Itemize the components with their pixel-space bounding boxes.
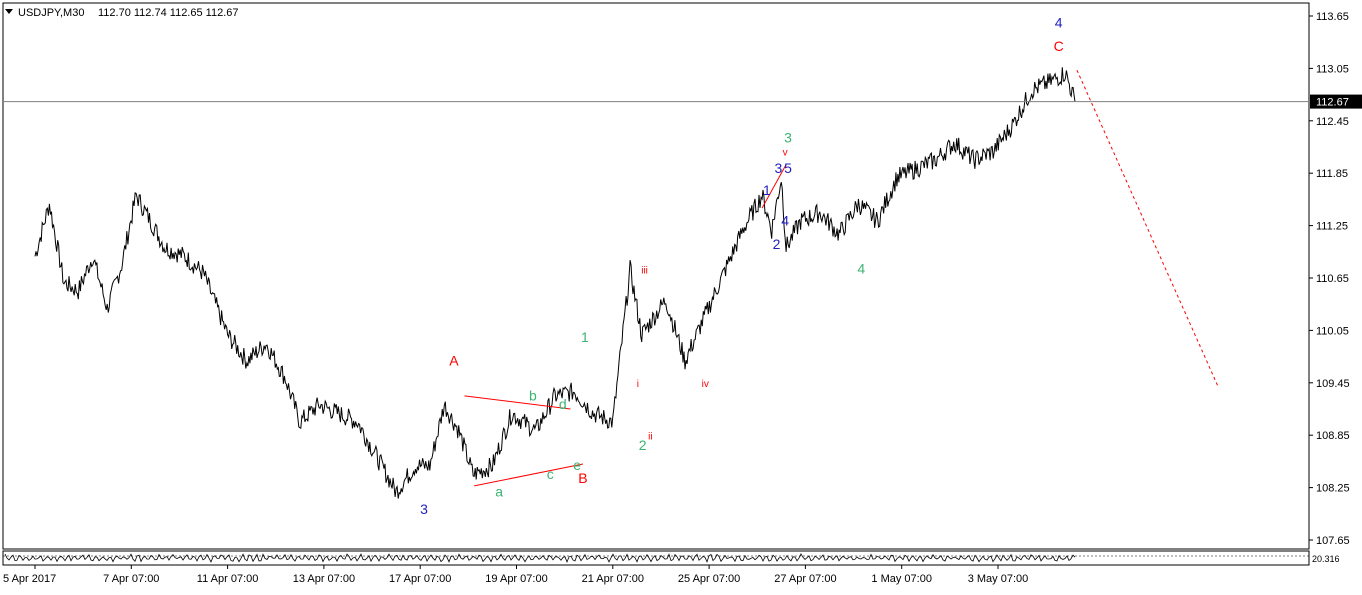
price-tick-label: 107.65	[1316, 535, 1350, 547]
chart-header: USDJPY,M30 112.70 112.74 112.65 112.67	[5, 7, 238, 19]
wave-label: i	[637, 379, 639, 390]
time-tick-label: 21 Apr 07:00	[582, 573, 644, 585]
time-tick-label: 27 Apr 07:00	[774, 573, 836, 585]
wave-label: 1	[581, 329, 589, 345]
wave-label: 3	[420, 501, 428, 517]
price-tick-label: 111.85	[1316, 168, 1348, 180]
wave-label: d	[559, 396, 567, 412]
time-tick-label: 5 Apr 2017	[3, 573, 56, 585]
wave-label: iv	[702, 379, 709, 390]
wave-label: 1	[763, 182, 771, 198]
wave-label: iii	[641, 266, 648, 277]
wave-label: a	[495, 483, 503, 499]
time-tick-label: 13 Apr 07:00	[293, 573, 355, 585]
price-tick-label: 112.45	[1316, 116, 1349, 128]
time-tick-label: 25 Apr 07:00	[678, 573, 740, 585]
wave-label: c	[547, 466, 554, 482]
price-tick-label: 109.45	[1316, 378, 1350, 390]
chart-svg: ABCabcde12343412345iiiiiiivv 113.65113.0…	[0, 0, 1362, 590]
wave-label: 4	[1055, 14, 1063, 30]
price-tick-label: 113.65	[1316, 11, 1349, 23]
wave-label: C	[1054, 38, 1064, 54]
ohlc-values: 112.70 112.74 112.65 112.67	[98, 7, 238, 19]
current-price-label: 112.67	[1316, 97, 1349, 109]
wave-label: 3	[775, 160, 783, 176]
time-tick-label: 1 May 07:00	[871, 573, 932, 585]
chart-window: A B Ca b c d e 1 2 3 4 3 4 1 2 3 4 5 i ii iii iv v 113.65 113.0…	[0, 0, 1362, 590]
symbol-timeframe-label: USDJPY,M30	[18, 7, 84, 19]
price-tick-label: 110.65	[1316, 273, 1349, 285]
wave-label: A	[449, 352, 459, 368]
indicator-level-label: 20.316	[1312, 554, 1340, 564]
wave-label: v	[783, 148, 788, 159]
price-tick-label: 110.05	[1316, 325, 1349, 337]
time-tick-label: 7 Apr 07:00	[103, 573, 159, 585]
wave-label: 4	[857, 261, 865, 277]
price-tick-label: 108.85	[1316, 430, 1350, 442]
wave-label: 2	[639, 437, 647, 453]
time-tick-label: 19 Apr 07:00	[485, 573, 547, 585]
wave-label: 5	[784, 160, 792, 176]
price-tick-label: 113.05	[1316, 63, 1349, 75]
time-tick-label: 11 Apr 07:00	[197, 573, 259, 585]
price-tick-label: 108.25	[1316, 483, 1350, 495]
wave-label: e	[573, 457, 581, 473]
time-tick-label: 3 May 07:00	[968, 573, 1029, 585]
wave-label: 4	[781, 213, 789, 229]
chart-background	[0, 0, 1362, 590]
wave-label: ii	[648, 432, 652, 443]
wave-label: 2	[773, 236, 781, 252]
time-tick-label: 17 Apr 07:00	[389, 573, 451, 585]
price-tick-label: 111.25	[1316, 221, 1348, 233]
wave-label: b	[529, 387, 537, 403]
wave-label: 3	[784, 130, 792, 146]
